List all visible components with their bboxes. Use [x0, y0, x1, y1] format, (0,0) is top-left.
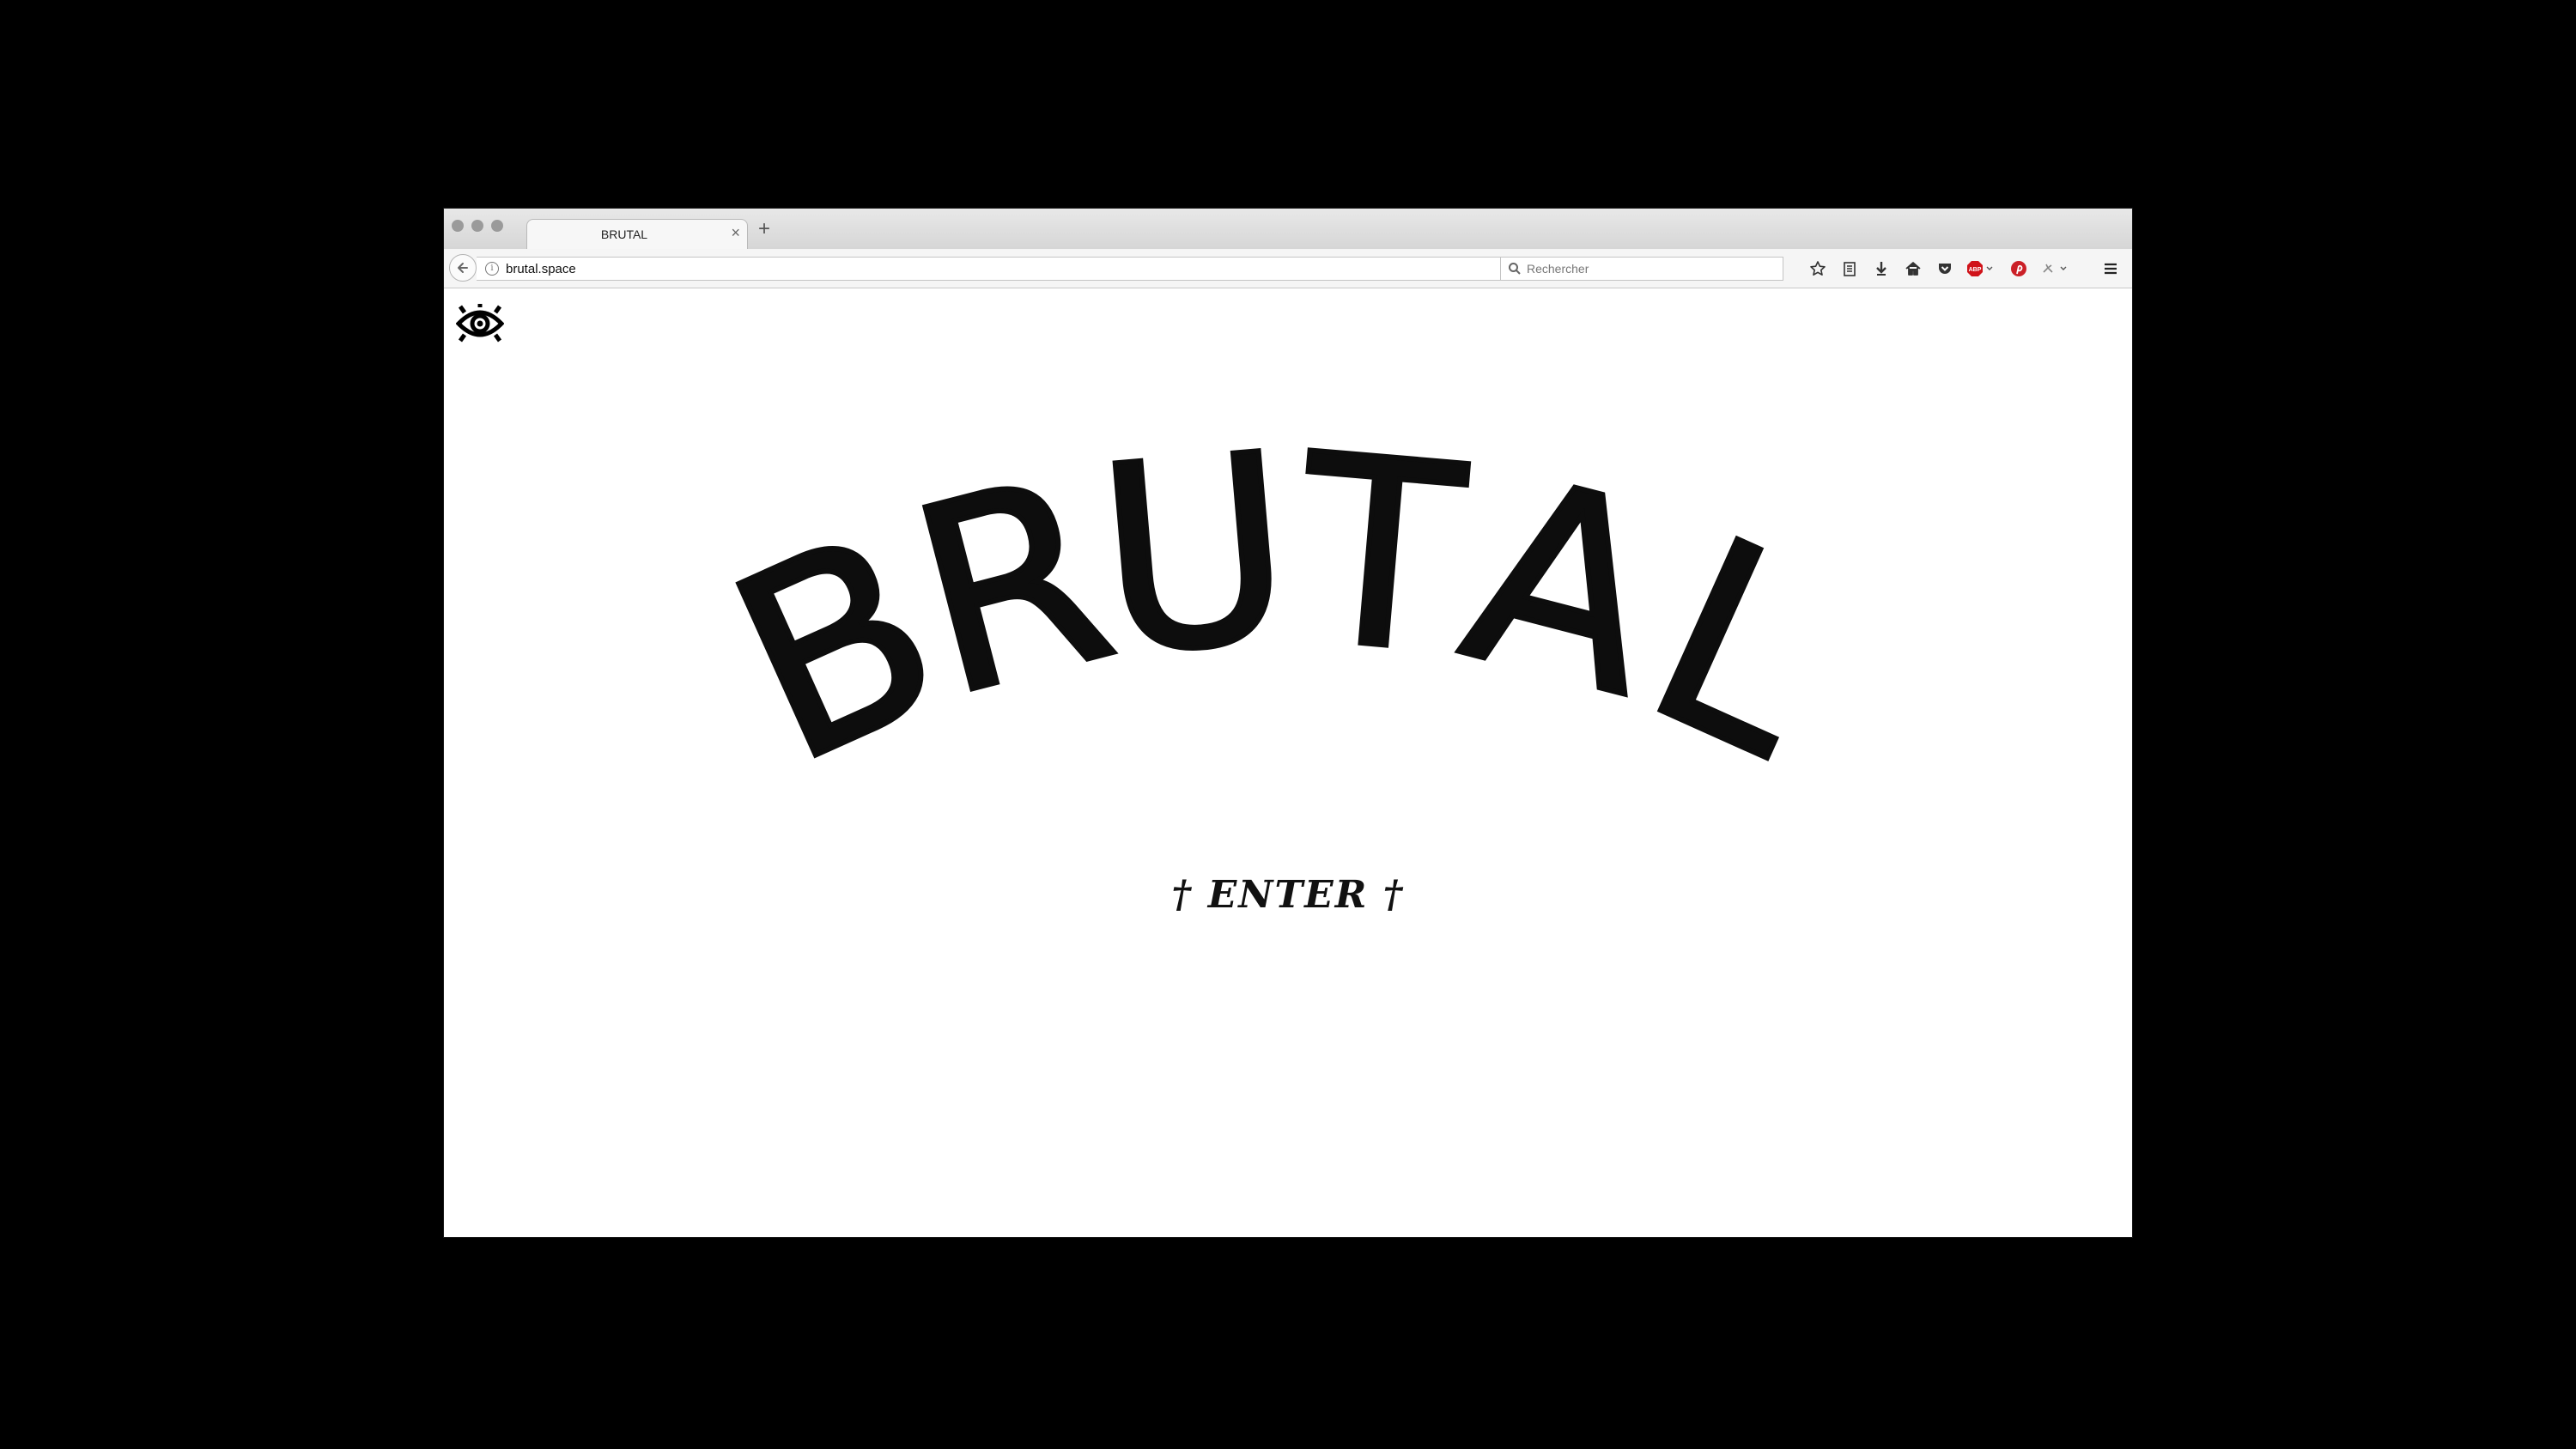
back-arrow-icon	[458, 263, 468, 273]
navigation-bar: i brutal.space Rechercher ABP	[444, 249, 2132, 288]
extension-icon	[2043, 264, 2067, 273]
reading-list-icon	[1844, 262, 1856, 276]
pocket-icon	[1939, 264, 1951, 274]
pinterest-button[interactable]	[2009, 259, 2028, 278]
tab-brutal[interactable]: BRUTAL ×	[526, 219, 748, 250]
pinterest-icon	[2011, 261, 2026, 276]
search-icon	[1509, 263, 1521, 275]
url-text: brutal.space	[506, 262, 576, 276]
enter-link[interactable]: † ENTER †	[444, 873, 2132, 917]
close-window-button[interactable]	[452, 220, 464, 232]
adblock-icon: ABP	[1967, 261, 1993, 276]
zoom-window-button[interactable]	[491, 220, 503, 232]
back-button[interactable]	[449, 254, 477, 282]
adblock-badge-text: ABP	[1969, 267, 1982, 273]
download-icon	[1876, 262, 1886, 276]
web-page: BRUTAL † ENTER †	[444, 288, 2132, 1237]
brutal-arc-title: BRUTAL	[692, 396, 1869, 823]
tab-strip: BRUTAL × +	[444, 209, 2132, 250]
search-placeholder: Rechercher	[1527, 262, 1589, 276]
pocket-button[interactable]	[1935, 259, 1954, 278]
extension-button[interactable]	[2040, 259, 2069, 278]
menu-button[interactable]	[2101, 259, 2120, 278]
reading-list-button[interactable]	[1840, 259, 1859, 278]
home-icon	[1905, 262, 1921, 276]
star-icon	[1810, 261, 1826, 276]
downloads-button[interactable]	[1872, 259, 1891, 278]
title-letter-t-3: T	[1285, 399, 1475, 712]
home-button[interactable]	[1904, 259, 1923, 278]
tab-title: BRUTAL	[600, 227, 648, 241]
menu-icon	[2105, 263, 2117, 275]
title-letter-u-2: U	[1089, 398, 1302, 712]
adblock-button[interactable]: ABP	[1966, 259, 1996, 278]
url-bar[interactable]: i brutal.space	[477, 257, 1660, 281]
search-bar[interactable]: Rechercher	[1500, 257, 1783, 281]
bookmark-star-button[interactable]	[1808, 259, 1827, 278]
tab-close-icon[interactable]: ×	[731, 224, 740, 241]
minimize-window-button[interactable]	[471, 220, 483, 232]
site-info-icon[interactable]: i	[485, 262, 499, 276]
browser-window: BRUTAL × + i brutal.space Rechercher ABP…	[444, 209, 2132, 1237]
new-tab-button[interactable]: +	[758, 219, 770, 239]
